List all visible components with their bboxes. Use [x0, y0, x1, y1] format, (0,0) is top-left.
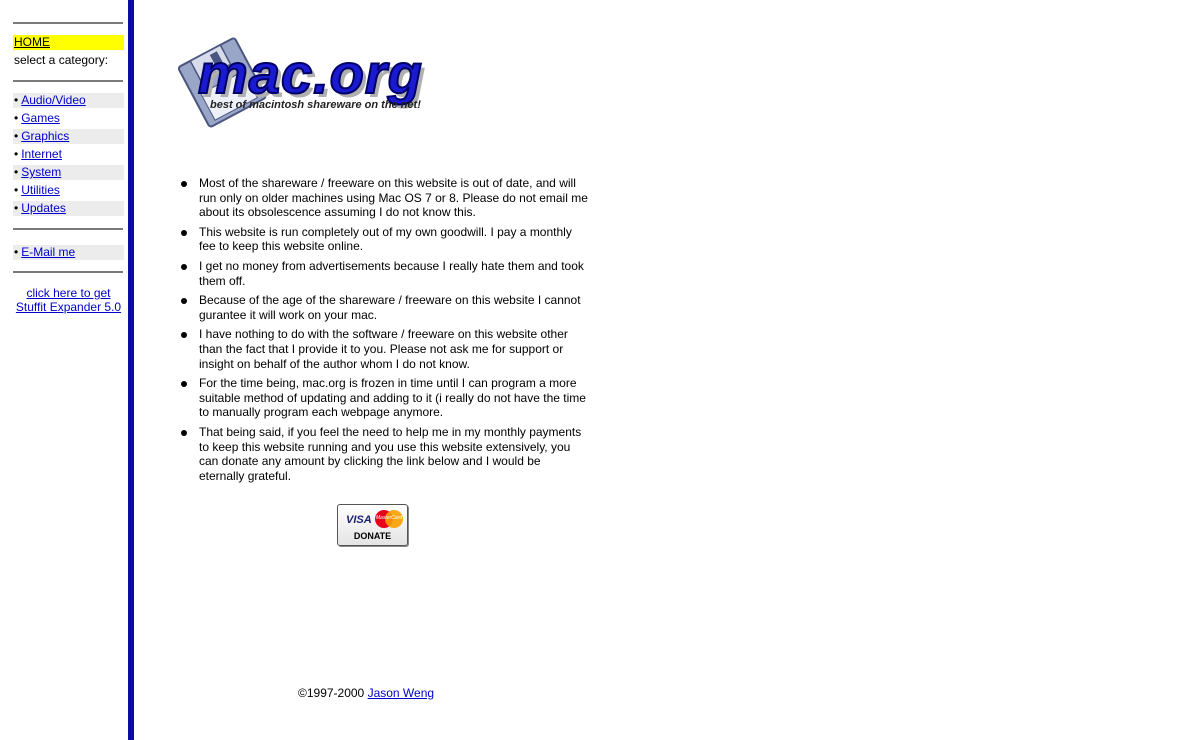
sidebar-item-updates[interactable]: • Updates	[13, 201, 124, 216]
footer: ©1997-2000 Jason Weng	[298, 686, 434, 700]
site-logo: mac.org best of macintosh shareware on t…	[178, 32, 498, 132]
stuffit-link-line2[interactable]: Stuffit Expander 5.0	[16, 300, 121, 314]
bullet-icon: •	[14, 201, 19, 215]
sidebar-item-email[interactable]: • E-Mail me	[13, 245, 124, 260]
sidebar-item-games[interactable]: • Games	[13, 111, 124, 126]
home-link[interactable]: HOME	[14, 35, 50, 50]
sidebar-item-audio-video[interactable]: • Audio/Video	[13, 93, 124, 108]
bullet-icon	[181, 332, 187, 339]
bullet-icon	[181, 229, 187, 236]
logo-tagline: best of macintosh shareware on the net!	[210, 99, 421, 111]
list-item: Because of the age of the shareware / fr…	[179, 293, 589, 322]
list-item: I get no money from advertisements becau…	[179, 259, 589, 288]
visa-logo: VISA	[346, 514, 372, 526]
list-item: I have nothing to do with the software /…	[179, 327, 589, 371]
bullet-icon: •	[14, 129, 19, 143]
notice-text: That being said, if you feel the need to…	[199, 424, 582, 483]
sidebar-divider	[13, 22, 123, 24]
sidebar-divider	[13, 271, 123, 273]
author-link[interactable]: Jason Weng	[368, 686, 435, 700]
bullet-icon: •	[14, 111, 19, 125]
notice-text: For the time being, mac.org is frozen in…	[199, 376, 586, 420]
notice-text: Most of the shareware / freeware on this…	[199, 176, 588, 220]
notice-text: I have nothing to do with the software /…	[199, 327, 568, 371]
bullet-icon	[181, 263, 187, 270]
stuffit-promo: click here to get Stuffit Expander 5.0	[13, 286, 124, 314]
sidebar-item-label[interactable]: Internet	[21, 147, 62, 161]
sidebar-item-label[interactable]: Audio/Video	[21, 93, 86, 107]
bullet-icon	[181, 429, 187, 436]
bullet-icon: •	[14, 245, 19, 259]
mastercard-icon: MasterCard	[375, 510, 403, 530]
copyright-text: ©1997-2000	[298, 686, 365, 700]
sidebar-border	[128, 0, 134, 740]
notice-list: Most of the shareware / freeware on this…	[179, 176, 589, 488]
bullet-icon	[181, 381, 187, 388]
sidebar-item-utilities[interactable]: • Utilities	[13, 183, 124, 198]
sidebar-item-graphics[interactable]: • Graphics	[13, 129, 124, 144]
bullet-icon	[181, 181, 187, 187]
bullet-icon	[181, 298, 187, 305]
bullet-icon: •	[14, 183, 19, 197]
sidebar-divider	[13, 80, 123, 82]
stuffit-link-line1[interactable]: click here to get	[26, 286, 110, 300]
notice-text: This website is run completely out of my…	[199, 224, 572, 254]
sidebar-item-system[interactable]: • System	[13, 165, 124, 180]
notice-text: Because of the age of the shareware / fr…	[199, 293, 581, 322]
sidebar: HOME select a category: • Audio/Video • Ga…	[0, 0, 128, 740]
sidebar-item-label[interactable]: Games	[21, 111, 60, 125]
select-category-label: select a category:	[14, 53, 109, 67]
list-item: This website is run completely out of my…	[179, 225, 589, 254]
bullet-icon: •	[14, 147, 19, 161]
list-item: Most of the shareware / freeware on this…	[179, 176, 589, 220]
bullet-icon: •	[14, 93, 19, 107]
donate-label: DONATE	[353, 531, 392, 541]
list-item: That being said, if you feel the need to…	[179, 425, 589, 483]
mastercard-text: MasterCard	[376, 515, 403, 521]
donate-button[interactable]: VISA MasterCard DONATE	[337, 504, 408, 546]
email-link[interactable]: E-Mail me	[21, 245, 75, 259]
sidebar-item-label[interactable]: Utilities	[21, 183, 60, 197]
logo-text: mac.org	[197, 42, 423, 105]
sidebar-item-label[interactable]: Graphics	[21, 129, 69, 143]
sidebar-item-label[interactable]: Updates	[21, 201, 66, 215]
bullet-icon: •	[14, 165, 19, 179]
notice-text: I get no money from advertisements becau…	[199, 258, 584, 288]
sidebar-item-label[interactable]: System	[21, 165, 61, 179]
list-item: For the time being, mac.org is frozen in…	[179, 376, 589, 420]
sidebar-item-internet[interactable]: • Internet	[13, 147, 124, 162]
sidebar-divider	[13, 228, 123, 230]
